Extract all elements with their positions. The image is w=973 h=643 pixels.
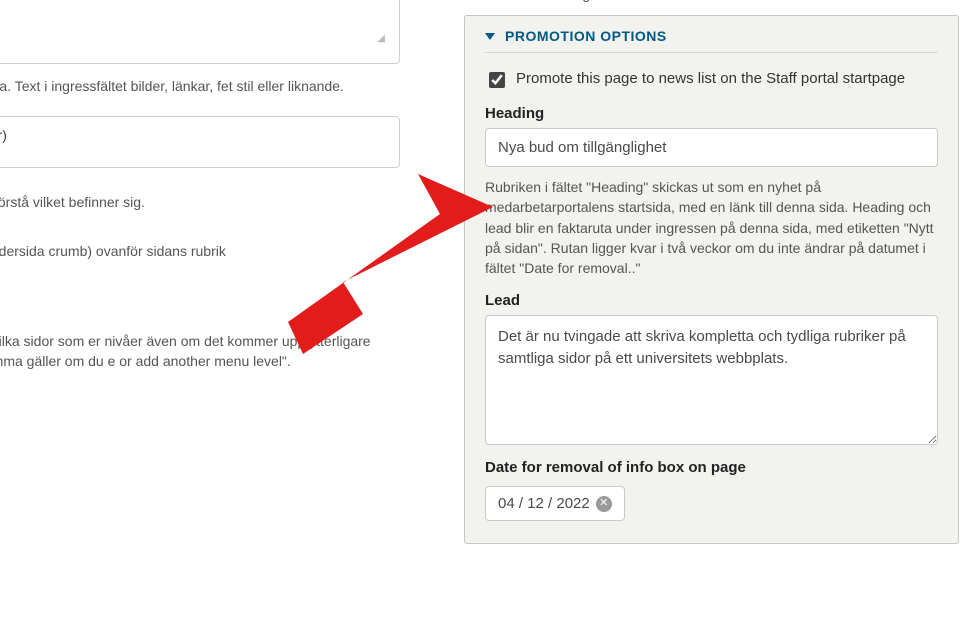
promotion-options-section: PROMOTION OPTIONS Promote this page to n… <box>464 15 959 544</box>
prior-section-tail-text: tillkommit eller tagits bort. <box>464 0 959 15</box>
left-editor-panel: ◢ den är viktig för sökmotorerna. Text i… <box>0 0 400 429</box>
promotion-options-title: PROMOTION OPTIONS <box>505 28 667 44</box>
intro-help-text: den är viktig för sökmotorerna. Text i i… <box>0 76 398 96</box>
context-help-2: et vill säga denna sidas föräldersida cr… <box>0 241 398 261</box>
redaktor-note-box: l krävs av dig som redaktör) <box>0 116 400 168</box>
date-removal-label: Date for removal of info box on page <box>485 459 938 476</box>
promotion-options-toggle[interactable]: PROMOTION OPTIONS <box>485 16 938 53</box>
right-settings-panel: tillkommit eller tagits bort. PROMOTION … <box>464 0 959 544</box>
clear-date-icon[interactable]: ✕ <box>596 496 612 512</box>
promote-checkbox-row[interactable]: Promote this page to news list on the St… <box>485 69 938 91</box>
resize-grip-icon: ◢ <box>377 33 385 44</box>
heading-label: Heading <box>485 105 938 122</box>
lead-textarea[interactable] <box>485 315 938 445</box>
menu-help-text: ytterligare val beroende på vilka sidor … <box>0 331 398 372</box>
context-help-1: r. Det hjälper besökaren att förstå vilk… <box>0 192 398 212</box>
heading-help-text: Rubriken i fältet "Heading" skickas ut s… <box>485 177 938 278</box>
promote-checkbox-label: Promote this page to news list on the St… <box>516 69 905 89</box>
date-removal-value: 04 / 12 / 2022 <box>498 495 590 512</box>
intro-textarea-box[interactable]: ◢ <box>0 0 400 64</box>
chevron-down-icon <box>485 33 495 40</box>
redaktor-note-text: l krävs av dig som redaktör) <box>0 127 7 143</box>
heading-input[interactable] <box>485 128 938 167</box>
lead-label: Lead <box>485 292 938 309</box>
promote-checkbox[interactable] <box>489 72 505 88</box>
date-removal-input[interactable]: 04 / 12 / 2022 ✕ <box>485 486 625 521</box>
